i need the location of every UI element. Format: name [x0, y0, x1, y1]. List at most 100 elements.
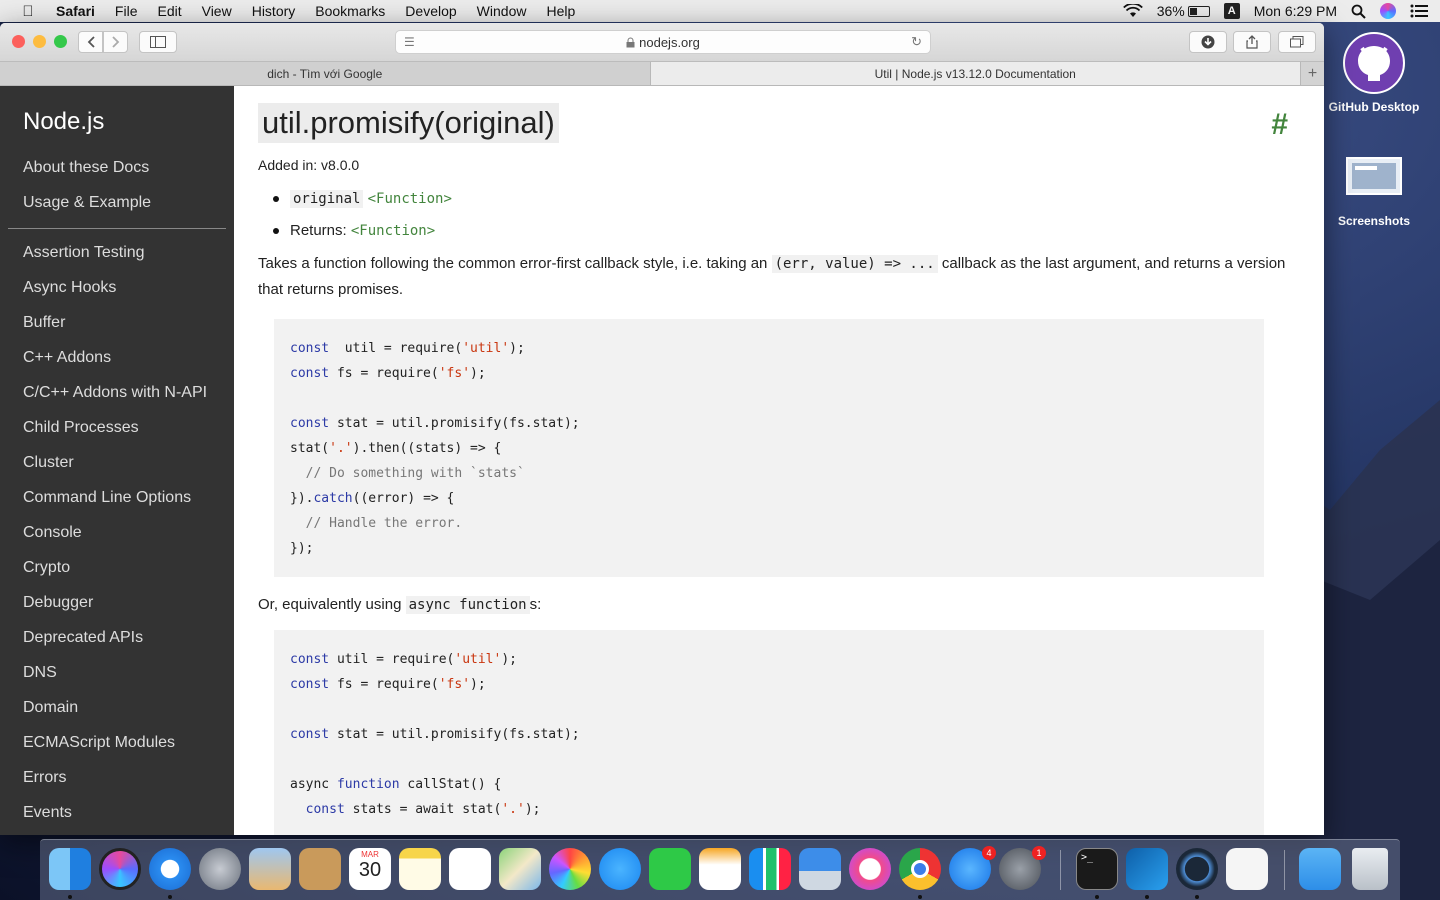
calendar-day: 30 — [358, 859, 382, 881]
sidebar-item-deprecated-apis[interactable]: Deprecated APIs — [0, 620, 234, 655]
battery-status[interactable]: 36% — [1157, 3, 1210, 19]
returns-type-link[interactable]: <Function> — [351, 223, 435, 239]
sidebar-item-dns[interactable]: DNS — [0, 655, 234, 690]
reader-mode-icon[interactable]: ☰ — [404, 35, 415, 49]
trash-icon[interactable] — [1352, 848, 1388, 890]
apple-menu-icon[interactable]:  — [0, 3, 56, 20]
zoom-window-button[interactable] — [54, 35, 67, 48]
menu-window[interactable]: Window — [467, 3, 537, 19]
desktop-icon-screenshots[interactable]: Screenshots — [1319, 156, 1429, 228]
minimize-window-button[interactable] — [33, 35, 46, 48]
sidebar-item-events[interactable]: Events — [0, 795, 234, 830]
sidebar-item-domain[interactable]: Domain — [0, 690, 234, 725]
facetime-icon[interactable] — [649, 848, 691, 890]
code-line: }); — [290, 541, 314, 556]
finder-icon[interactable] — [49, 848, 91, 890]
wifi-icon[interactable] — [1122, 4, 1143, 18]
description-paragraph: Takes a function following the common er… — [258, 251, 1288, 302]
sidebar-toggle-button[interactable] — [139, 31, 177, 53]
messages-icon[interactable] — [599, 848, 641, 890]
or-text: Or, equivalently using — [258, 596, 406, 613]
vscode-icon[interactable] — [1126, 848, 1168, 890]
menu-app-name[interactable]: Safari — [56, 3, 105, 19]
chrome-icon[interactable] — [899, 848, 941, 890]
forward-button[interactable] — [103, 31, 128, 53]
sidebar-item-cluster[interactable]: Cluster — [0, 445, 234, 480]
running-indicator — [1145, 895, 1149, 899]
sidebar-top-links: About these Docs Usage & Example — [0, 150, 234, 220]
menu-file[interactable]: File — [105, 3, 148, 19]
keynote-icon[interactable] — [799, 848, 841, 890]
desc-text: Takes a function following the common er… — [258, 255, 772, 272]
battery-percent: 36% — [1156, 3, 1185, 19]
spotlight-search-icon[interactable] — [1351, 4, 1366, 19]
notification-center-icon[interactable] — [1410, 4, 1428, 18]
sidebar-item-about-these-docs[interactable]: About these Docs — [0, 150, 234, 185]
menu-edit[interactable]: Edit — [147, 3, 191, 19]
siri-menubar-icon[interactable] — [1380, 3, 1396, 19]
share-button[interactable] — [1233, 31, 1271, 53]
new-tab-button[interactable]: + — [1300, 62, 1324, 85]
sidebar-item-c-c-addons-with-n-api[interactable]: C/C++ Addons with N-API — [0, 375, 234, 410]
code-line: const stat = util.promisify(fs.stat); — [290, 416, 580, 431]
launchpad-icon[interactable] — [199, 848, 241, 890]
sidebar-item-child-processes[interactable]: Child Processes — [0, 410, 234, 445]
section-anchor-link[interactable]: # — [1271, 108, 1288, 142]
sidebar-item-console[interactable]: Console — [0, 515, 234, 550]
sidebar-item-c-addons[interactable]: C++ Addons — [0, 340, 234, 375]
back-button[interactable] — [78, 31, 103, 53]
sidebar-item-debugger[interactable]: Debugger — [0, 585, 234, 620]
sidebar-item-command-line-options[interactable]: Command Line Options — [0, 480, 234, 515]
dock-separator — [1060, 850, 1061, 890]
pages-icon[interactable] — [699, 848, 741, 890]
sidebar-item-ecmascript-modules[interactable]: ECMAScript Modules — [0, 725, 234, 760]
sidebar-brand[interactable]: Node.js — [0, 86, 234, 150]
tab-node-util-docs[interactable]: Util | Node.js v13.12.0 Documentation — [649, 62, 1300, 85]
sidebar-item-crypto[interactable]: Crypto — [0, 550, 234, 585]
textedit-icon[interactable] — [1226, 848, 1268, 890]
maps-icon[interactable] — [499, 848, 541, 890]
show-tabs-button[interactable] — [1278, 31, 1316, 53]
downloads-folder-icon[interactable] — [1299, 848, 1341, 890]
docs-sidebar: Node.js About these Docs Usage & Example … — [0, 86, 234, 835]
sidebar-item-errors[interactable]: Errors — [0, 760, 234, 795]
photos-icon[interactable] — [549, 848, 591, 890]
desktop-icon-label: GitHub Desktop — [1328, 100, 1420, 114]
music-icon[interactable] — [849, 848, 891, 890]
input-source-icon[interactable]: A — [1223, 3, 1240, 19]
sidebar-item-assertion-testing[interactable]: Assertion Testing — [0, 235, 234, 270]
code-line: const util = require('util'); — [290, 652, 517, 667]
downloads-button[interactable] — [1189, 31, 1227, 53]
terminal-icon[interactable]: >_ — [1076, 848, 1118, 890]
reload-icon[interactable]: ↻ — [911, 34, 922, 50]
numbers-icon[interactable] — [749, 848, 791, 890]
menubar-clock[interactable]: Mon 6:29 PM — [1254, 3, 1337, 19]
menu-bookmarks[interactable]: Bookmarks — [305, 3, 395, 19]
app-store-badge: 4 — [982, 846, 996, 860]
desktop-icon-github-desktop[interactable]: GitHub Desktop — [1319, 32, 1429, 114]
sidebar-item-buffer[interactable]: Buffer — [0, 305, 234, 340]
reminders-icon[interactable] — [449, 848, 491, 890]
menu-help[interactable]: Help — [536, 3, 585, 19]
sidebar-item-usage-example[interactable]: Usage & Example — [0, 185, 234, 220]
sidebar-item-async-hooks[interactable]: Async Hooks — [0, 270, 234, 305]
close-window-button[interactable] — [12, 35, 25, 48]
contacts-icon[interactable] — [299, 848, 341, 890]
preview-icon[interactable] — [249, 848, 291, 890]
address-bar[interactable]: ☰ nodejs.org ↻ — [395, 30, 931, 54]
or-text: s: — [529, 596, 542, 613]
system-preferences-badge: 1 — [1032, 846, 1046, 860]
menu-history[interactable]: History — [242, 3, 306, 19]
menu-develop[interactable]: Develop — [395, 3, 466, 19]
calendar-icon[interactable]: MAR 30 — [349, 848, 391, 890]
desktop-icon-label: Screenshots — [1337, 214, 1411, 228]
menu-view[interactable]: View — [192, 3, 242, 19]
quicktime-icon[interactable] — [1176, 848, 1218, 890]
share-icon — [1246, 35, 1258, 49]
safari-icon[interactable] — [149, 848, 191, 890]
tab-google[interactable]: dich - Tìm với Google — [0, 62, 650, 85]
notes-icon[interactable] — [399, 848, 441, 890]
code-block-promise: const util = require('util'); const fs = … — [274, 319, 1264, 577]
param-type-link[interactable]: <Function> — [368, 191, 452, 207]
siri-icon[interactable] — [99, 848, 141, 890]
